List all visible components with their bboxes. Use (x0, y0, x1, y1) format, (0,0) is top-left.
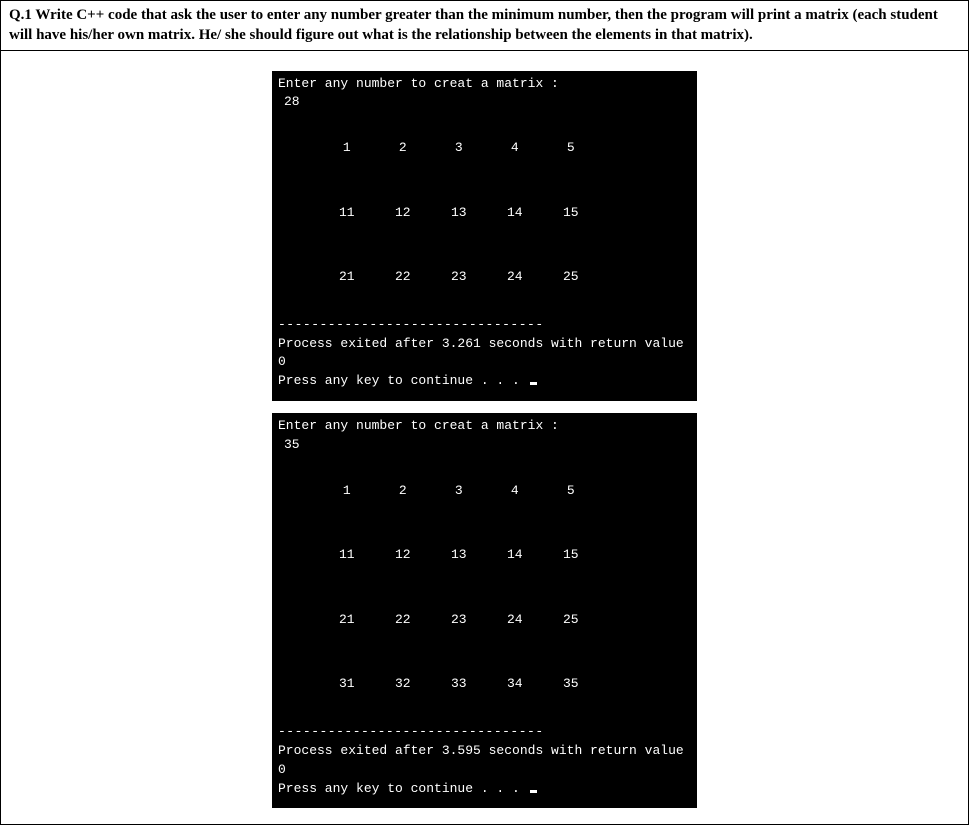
matrix-cell: 24 (487, 268, 543, 287)
matrix-cell: 13 (431, 546, 487, 565)
matrix-row: 1112131415 (272, 181, 697, 246)
matrix-cell: 12 (375, 204, 431, 223)
matrix-cell: 5 (543, 139, 599, 158)
question-header: Q.1 Write C++ code that ask the user to … (0, 0, 969, 51)
matrix-cell: 2 (375, 139, 431, 158)
matrix-cell: 35 (543, 675, 599, 694)
matrix-row: 2122232425 (272, 245, 697, 310)
continue-text: Press any key to continue . . . (278, 781, 528, 796)
matrix-cell: 12 (375, 546, 431, 565)
cursor-icon (530, 382, 537, 385)
content-container: Enter any number to creat a matrix : 28 … (0, 51, 969, 825)
matrix-cell: 4 (487, 139, 543, 158)
matrix-row: 12345 (272, 459, 697, 524)
matrix-cell: 13 (431, 204, 487, 223)
matrix-cell: 34 (487, 675, 543, 694)
continue-text: Press any key to continue . . . (278, 373, 528, 388)
user-input: 35 (272, 436, 697, 459)
matrix-row: 3132333435 (272, 652, 697, 717)
console-output-1: Enter any number to creat a matrix : 28 … (272, 71, 697, 402)
matrix-row: 1112131415 (272, 523, 697, 588)
matrix-cell: 15 (543, 204, 599, 223)
user-input: 28 (272, 93, 697, 116)
matrix-cell: 21 (319, 268, 375, 287)
cursor-icon (530, 790, 537, 793)
prompt-line: Enter any number to creat a matrix : (272, 417, 697, 436)
matrix-cell: 2 (375, 482, 431, 501)
divider-line: -------------------------------- (272, 717, 697, 742)
matrix-cell: 33 (431, 675, 487, 694)
matrix-cell: 1 (319, 482, 375, 501)
matrix-cell: 3 (431, 139, 487, 158)
console-output-2: Enter any number to creat a matrix : 35 … (272, 413, 697, 808)
process-exit-line: Process exited after 3.261 seconds with … (272, 335, 697, 373)
matrix-cell: 24 (487, 611, 543, 630)
matrix-cell: 15 (543, 546, 599, 565)
matrix-cell: 25 (543, 268, 599, 287)
matrix-cell: 3 (431, 482, 487, 501)
matrix-cell: 21 (319, 611, 375, 630)
matrix-cell: 4 (487, 482, 543, 501)
matrix-cell: 22 (375, 268, 431, 287)
question-text: Q.1 Write C++ code that ask the user to … (9, 7, 938, 43)
matrix-row: 2122232425 (272, 588, 697, 653)
prompt-line: Enter any number to creat a matrix : (272, 75, 697, 94)
matrix-cell: 1 (319, 139, 375, 158)
matrix-cell: 14 (487, 204, 543, 223)
continue-line: Press any key to continue . . . (272, 780, 697, 799)
matrix-cell: 11 (319, 546, 375, 565)
matrix-cell: 14 (487, 546, 543, 565)
matrix-cell: 23 (431, 611, 487, 630)
matrix-cell: 25 (543, 611, 599, 630)
matrix-cell: 31 (319, 675, 375, 694)
matrix-cell: 22 (375, 611, 431, 630)
matrix-row: 12345 (272, 116, 697, 181)
divider-line: -------------------------------- (272, 310, 697, 335)
matrix-cell: 32 (375, 675, 431, 694)
matrix-cell: 11 (319, 204, 375, 223)
continue-line: Press any key to continue . . . (272, 372, 697, 391)
matrix-cell: 5 (543, 482, 599, 501)
matrix-cell: 23 (431, 268, 487, 287)
process-exit-line: Process exited after 3.595 seconds with … (272, 742, 697, 780)
